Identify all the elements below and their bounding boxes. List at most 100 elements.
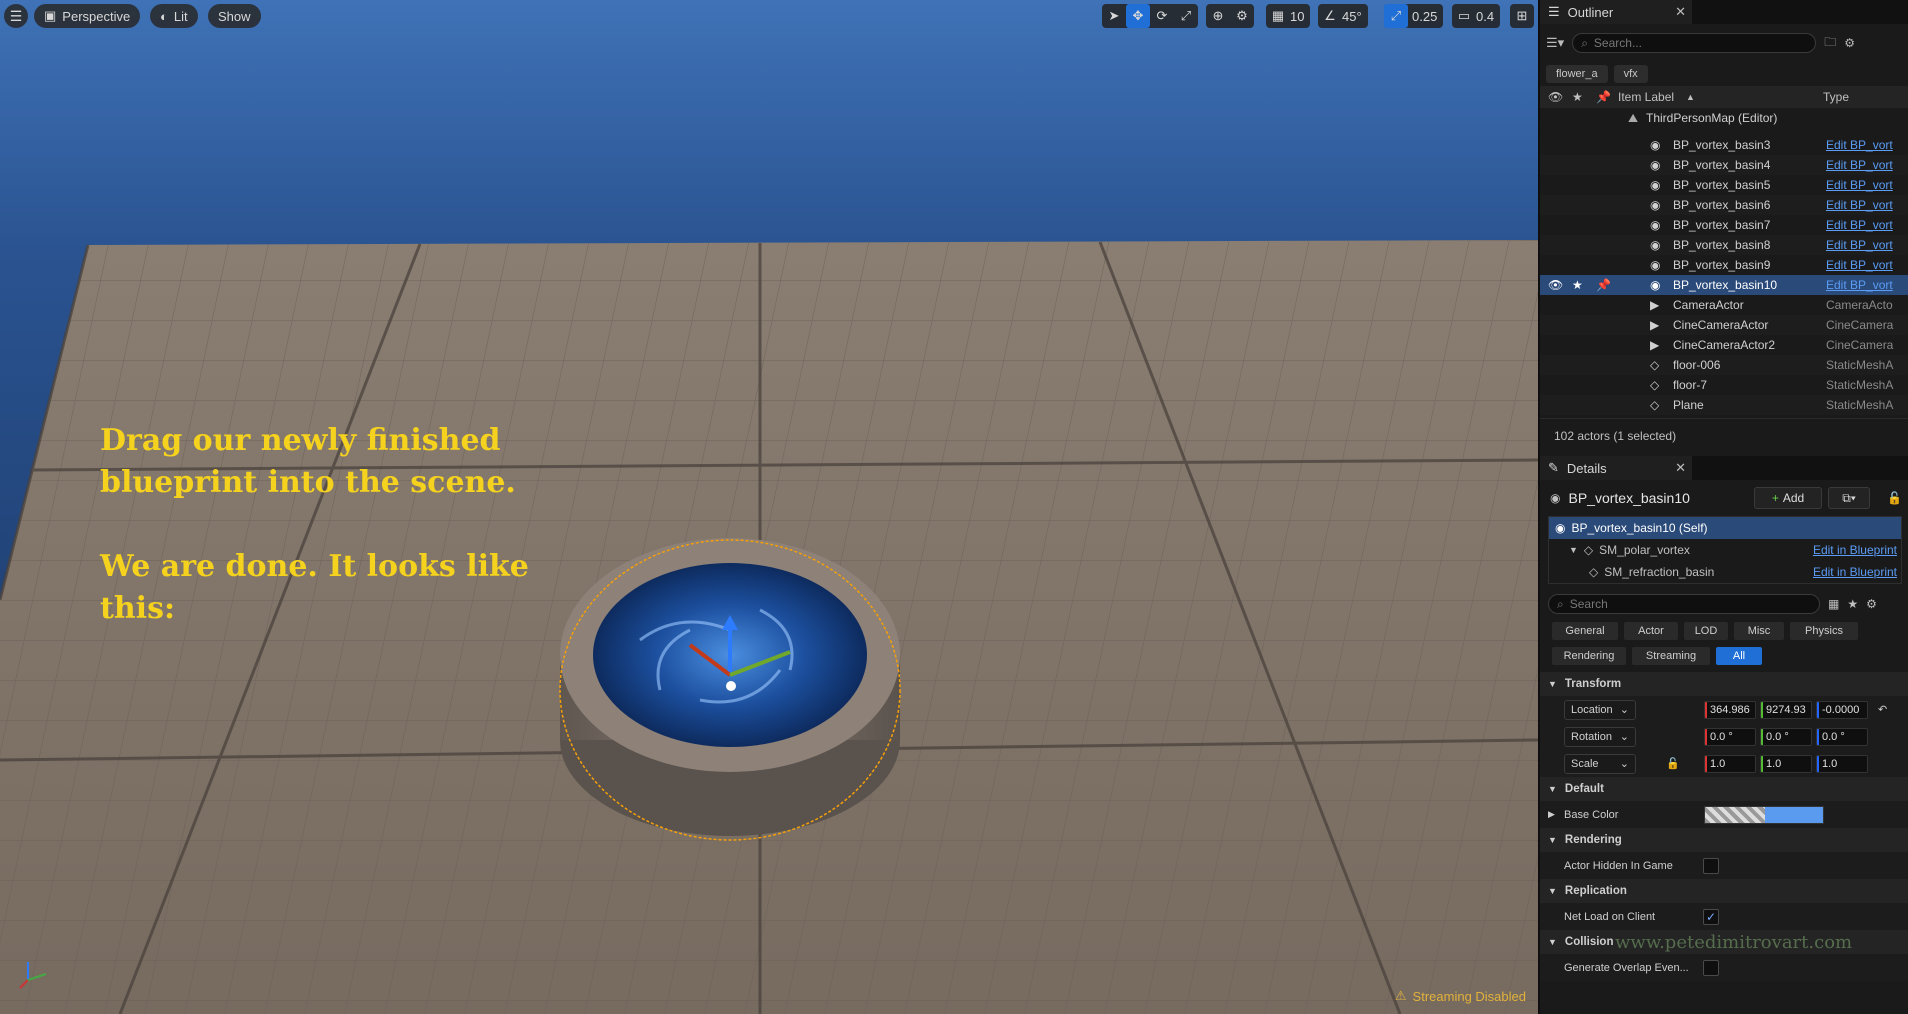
camera-icon: ▶ xyxy=(1650,298,1660,312)
list-item[interactable]: ◉ BP_vortex_basin4 Edit BP_vort xyxy=(1540,155,1908,175)
tab-details[interactable]: ✎ Details ✕ xyxy=(1540,456,1692,480)
select-tool-icon[interactable]: ➤ xyxy=(1102,4,1126,28)
perspective-button[interactable]: ▣ Perspective xyxy=(34,4,141,28)
lit-button[interactable]: ◐ Lit xyxy=(150,4,198,28)
rotation-y-field[interactable]: 0.0 ° xyxy=(1760,727,1812,746)
table-view-icon[interactable]: ▦ xyxy=(1828,597,1839,611)
world-space-icon[interactable]: ⊕ xyxy=(1206,4,1230,28)
new-folder-icon[interactable]: 🗀 xyxy=(1824,33,1836,54)
list-item[interactable]: ▶ CineCameraActor2 CineCamera xyxy=(1540,335,1908,355)
list-item[interactable]: ◉ BP_vortex_basin8 Edit BP_vort xyxy=(1540,235,1908,255)
rotation-dropdown[interactable]: Rotation ⌄ xyxy=(1564,726,1636,747)
list-item[interactable]: ◇ floor-006 StaticMeshA xyxy=(1540,355,1908,375)
category-physics-button[interactable]: Physics xyxy=(1790,622,1858,640)
filter-chip-flower-a[interactable]: flower_a xyxy=(1546,65,1608,83)
details-actor-name[interactable]: BP_vortex_basin10 xyxy=(1568,490,1689,506)
static-mesh-icon: ◇ xyxy=(1650,378,1660,392)
favorite-icon[interactable]: ★ xyxy=(1572,278,1583,292)
close-icon[interactable]: ✕ xyxy=(1675,460,1686,476)
surface-snap-icon[interactable]: ⚙ xyxy=(1230,4,1254,28)
list-item[interactable]: ▶ CineCameraActor CineCamera xyxy=(1540,315,1908,335)
list-item[interactable]: ◉ BP_vortex_basin5 Edit BP_vort xyxy=(1540,175,1908,195)
category-streaming-button[interactable]: Streaming xyxy=(1632,647,1710,665)
translate-tool-icon[interactable]: ✥ xyxy=(1126,4,1150,28)
list-item[interactable]: ◉ BP_vortex_basin3 Edit BP_vort xyxy=(1540,135,1908,155)
settings-icon[interactable]: ⚙ xyxy=(1866,597,1877,611)
reset-icon[interactable]: ↶ xyxy=(1878,703,1887,716)
collapse-icon: ▼ xyxy=(1548,937,1557,947)
edit-in-blueprint-link[interactable]: Edit in Blueprint xyxy=(1813,565,1897,579)
transform-category[interactable]: ▼ Transform xyxy=(1540,672,1908,696)
scale-dropdown[interactable]: Scale ⌄ xyxy=(1564,753,1636,774)
category-all-button[interactable]: All xyxy=(1716,647,1762,665)
favorite-icon[interactable]: ★ xyxy=(1847,597,1858,611)
location-x-field[interactable]: 364.986 xyxy=(1704,700,1756,719)
category-rendering-button[interactable]: Rendering xyxy=(1552,647,1626,665)
scale-y-field[interactable]: 1.0 xyxy=(1760,754,1812,773)
default-category[interactable]: ▼ Default xyxy=(1540,777,1908,801)
visibility-col-icon[interactable]: 👁 xyxy=(1548,90,1563,104)
tab-outliner[interactable]: ☰ Outliner ✕ xyxy=(1540,0,1692,24)
pin-icon[interactable]: 📌 xyxy=(1596,278,1611,292)
scale-tool-icon[interactable]: ⤢ xyxy=(1174,4,1198,28)
filter-chip-vfx[interactable]: vfx xyxy=(1613,65,1648,83)
list-item[interactable]: ◉ BP_vortex_basin9 Edit BP_vort xyxy=(1540,255,1908,275)
expand-icon[interactable]: ▶ xyxy=(1548,809,1555,820)
close-icon[interactable]: ✕ xyxy=(1675,4,1686,20)
generate-overlap-checkbox[interactable] xyxy=(1703,959,1719,976)
actor-hidden-checkbox[interactable] xyxy=(1703,857,1719,874)
list-item[interactable]: ▶ CameraActor CameraActo xyxy=(1540,295,1908,315)
net-load-checkbox[interactable]: ✓ xyxy=(1703,908,1719,925)
category-general-button[interactable]: General xyxy=(1552,622,1618,640)
add-component-button[interactable]: + Add xyxy=(1754,487,1822,509)
edit-in-blueprint-link[interactable]: Edit in Blueprint xyxy=(1813,543,1897,557)
location-z-field[interactable]: -0.0000 xyxy=(1816,700,1868,719)
scale-snap-toggle[interactable]: ⤢ 0.25 xyxy=(1384,4,1444,28)
pin-col-icon[interactable]: 📌 xyxy=(1596,90,1611,104)
rotation-z-field[interactable]: 0.0 ° xyxy=(1816,727,1868,746)
location-dropdown[interactable]: Location ⌄ xyxy=(1564,699,1636,720)
lock-icon[interactable]: 🔓 xyxy=(1887,491,1902,505)
component-self[interactable]: ◉ BP_vortex_basin10 (Self) xyxy=(1549,517,1901,539)
actor-hidden-row: Actor Hidden In Game xyxy=(1540,852,1908,879)
type-column[interactable]: Type xyxy=(1823,90,1849,104)
map-row[interactable]: ⛰ ThirdPersonMap (Editor) xyxy=(1540,108,1908,128)
category-misc-button[interactable]: Misc xyxy=(1734,622,1784,640)
viewport-layout-button[interactable]: ⊞ xyxy=(1510,4,1534,28)
show-button[interactable]: Show xyxy=(208,4,261,28)
base-color-swatch[interactable] xyxy=(1704,805,1824,824)
lock-ratio-icon[interactable]: 🔓 xyxy=(1666,757,1680,770)
scale-z-field[interactable]: 1.0 xyxy=(1816,754,1868,773)
scene-render[interactable] xyxy=(0,0,1538,1014)
grid-snap-toggle[interactable]: ▦ 10 xyxy=(1266,4,1311,28)
rendering-category[interactable]: ▼ Rendering xyxy=(1540,828,1908,852)
item-label-column[interactable]: Item Label xyxy=(1618,90,1674,104)
filter-icon[interactable]: ☰▾ xyxy=(1546,35,1564,51)
list-item[interactable]: ◉ BP_vortex_basin7 Edit BP_vort xyxy=(1540,215,1908,235)
viewport-menu-button[interactable]: ☰ xyxy=(4,4,28,28)
camera-speed-button[interactable]: ▭ 0.4 xyxy=(1452,4,1501,28)
blueprint-options-button[interactable]: ⧉▾ xyxy=(1828,487,1870,509)
outliner-search-input[interactable]: ⌕ Search... xyxy=(1572,33,1817,53)
rotate-tool-icon[interactable]: ⟳ xyxy=(1150,4,1174,28)
rotation-x-field[interactable]: 0.0 ° xyxy=(1704,727,1756,746)
category-actor-button[interactable]: Actor xyxy=(1624,622,1678,640)
scale-x-field[interactable]: 1.0 xyxy=(1704,754,1756,773)
collapse-icon[interactable]: ▼ xyxy=(1569,545,1578,555)
settings-icon[interactable]: ⚙ xyxy=(1844,36,1855,50)
favorite-col-icon[interactable]: ★ xyxy=(1572,90,1583,104)
category-lod-button[interactable]: LOD xyxy=(1684,622,1728,640)
visibility-icon[interactable]: 👁 xyxy=(1548,278,1563,292)
list-item[interactable]: ◇ floor-7 StaticMeshA xyxy=(1540,375,1908,395)
details-search-input[interactable]: ⌕ Search xyxy=(1548,594,1820,614)
replication-category[interactable]: ▼ Replication xyxy=(1540,879,1908,903)
location-y-field[interactable]: 9274.93 xyxy=(1760,700,1812,719)
collision-category[interactable]: ▼ Collision www.petedimitrovart.com xyxy=(1540,930,1908,954)
component-row[interactable]: ▼ ◇ SM_polar_vortex Edit in Blueprint xyxy=(1549,539,1901,561)
component-row[interactable]: ◇ SM_refraction_basin Edit in Blueprint xyxy=(1549,561,1901,583)
list-item-selected[interactable]: 👁 ★ 📌 ◉ BP_vortex_basin10 Edit BP_vort xyxy=(1540,275,1908,295)
list-item[interactable]: ◉ BP_vortex_basin6 Edit BP_vort xyxy=(1540,195,1908,215)
angle-snap-toggle[interactable]: ∠ 45° xyxy=(1318,4,1368,28)
level-viewport[interactable]: ☰ ▣ Perspective ◐ Lit Show ➤ ✥ ⟳ ⤢ ⊕ ⚙ ▦… xyxy=(0,0,1538,1014)
list-item[interactable]: ◇ Plane StaticMeshA xyxy=(1540,395,1908,415)
